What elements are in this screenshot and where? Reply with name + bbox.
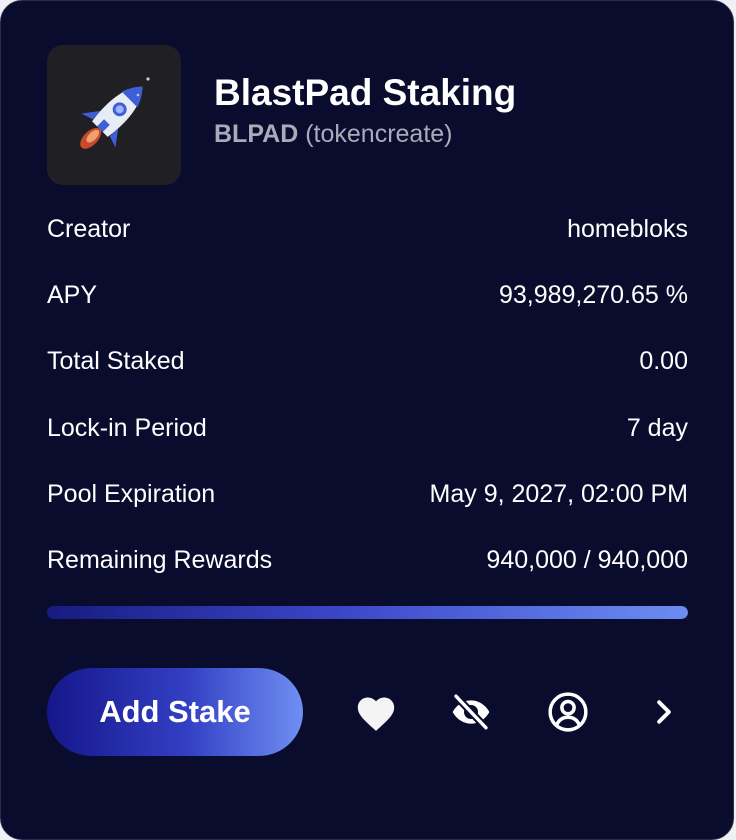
detail-label: APY [47,280,98,309]
detail-label: Remaining Rewards [47,546,273,575]
add-stake-button[interactable]: Add Stake [47,668,303,756]
detail-label: Pool Expiration [47,479,216,508]
detail-row-creator: Creator homebloks [47,196,688,262]
detail-value: homebloks [567,214,688,243]
detail-row-apy: APY 93,989,270.65 % [47,262,688,328]
detail-label: Total Staked [47,347,185,376]
pool-details: Creator homebloks APY 93,989,270.65 % To… [47,196,688,594]
creator-profile-button[interactable] [540,668,596,756]
rewards-progress-fill [47,606,688,619]
detail-label: Lock-in Period [47,413,207,442]
token-source: (tokencreate) [305,119,453,148]
view-details-button[interactable] [636,668,692,756]
pool-actions: Add Stake [47,668,688,756]
favorite-button[interactable] [348,668,404,756]
detail-row-pool-expiration: Pool Expiration May 9, 2027, 02:00 PM [47,461,688,527]
detail-row-lock-in-period: Lock-in Period 7 day [47,395,688,461]
pool-token: BLPAD (tokencreate) [214,120,516,149]
user-circle-icon [548,692,588,732]
pool-header: BlastPad Staking BLPAD (tokencreate) [47,45,516,185]
detail-value: 93,989,270.65 % [498,280,688,309]
staking-pool-card: BlastPad Staking BLPAD (tokencreate) Cre… [0,0,734,840]
rewards-progress-bar [47,606,688,619]
eye-off-icon [452,692,490,732]
detail-value: 940,000 / 940,000 [486,546,688,575]
detail-value: May 9, 2027, 02:00 PM [429,479,688,508]
heart-icon [357,697,395,731]
detail-row-remaining-rewards: Remaining Rewards 940,000 / 940,000 [47,527,688,593]
rocket-icon [80,77,150,149]
detail-value: 7 day [626,413,688,442]
pool-name: BlastPad Staking [214,72,517,114]
chevron-right-icon [657,700,671,724]
detail-row-total-staked: Total Staked 0.00 [47,329,688,395]
pool-logo [47,45,181,185]
pool-title-block: BlastPad Staking BLPAD (tokencreate) [214,71,516,148]
hide-pool-button[interactable] [443,668,499,756]
token-ticker: BLPAD [214,119,299,148]
detail-value: 0.00 [639,347,688,376]
detail-label: Creator [47,214,131,243]
